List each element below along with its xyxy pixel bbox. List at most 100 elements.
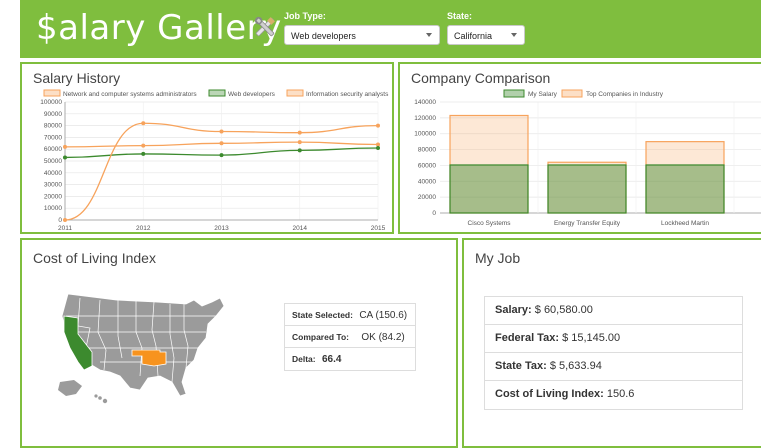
data-point	[63, 155, 67, 160]
data-point	[219, 153, 224, 158]
x-tick-label: Cisco Systems	[468, 220, 512, 227]
company-comparison-chart: My Salary Top Companies in Industry 140000…	[414, 89, 761, 227]
y-tick-label: 10000	[44, 205, 62, 212]
legend-swatch	[208, 89, 226, 97]
legend-swatch	[286, 89, 304, 97]
salary-history-panel: Salary History Network and computer syst…	[20, 62, 394, 234]
bar-my-salary	[449, 164, 529, 214]
y-tick-label: 140000	[414, 99, 436, 106]
chevron-down-icon	[426, 33, 432, 37]
data-point	[219, 129, 224, 134]
data-point	[297, 130, 302, 135]
federal-tax-label: Federal Tax:	[495, 332, 559, 344]
legend-swatch	[503, 89, 525, 98]
compared-to-value: OK (84.2)	[361, 332, 405, 343]
state-label: State:	[447, 11, 473, 21]
data-point	[376, 142, 380, 147]
data-point	[376, 123, 380, 128]
y-tick-label: 100000	[414, 131, 436, 138]
y-tick-label: 80000	[418, 147, 436, 154]
compared-to-row: Compared To: OK (84.2)	[285, 326, 415, 348]
y-tick-label: 60000	[44, 146, 62, 153]
cost-of-living-title: Cost of Living Index	[33, 250, 156, 266]
job-type-label: Job Type:	[284, 11, 326, 21]
y-tick-label: 70000	[44, 134, 62, 141]
col-index-label: Cost of Living Index:	[495, 388, 604, 400]
job-type-select[interactable]: Web developers	[284, 25, 440, 45]
state-tax-label: State Tax:	[495, 360, 547, 372]
state-select[interactable]: California	[447, 25, 525, 45]
x-tick-label: 2015	[371, 225, 386, 232]
data-point	[297, 140, 302, 145]
state-hi	[94, 394, 108, 404]
state-compare-table: State Selected: CA (150.6) Compared To: …	[284, 303, 416, 371]
x-tick-label: 2013	[214, 225, 229, 232]
salary-history-chart: Network and computer systems administrat…	[40, 89, 389, 232]
company-comparison-title: Company Comparison	[411, 70, 551, 86]
y-tick-label: 30000	[44, 182, 62, 189]
tools-icon	[254, 16, 275, 37]
col-index-row: Cost of Living Index: 150.6	[485, 381, 742, 409]
my-job-table: Salary: $ 60,580.00 Federal Tax: $ 15,14…	[484, 296, 743, 410]
my-job-title: My Job	[475, 250, 521, 266]
col-index-value: 150.6	[606, 388, 635, 400]
salary-value: $ 60,580.00	[534, 304, 593, 316]
job-type-value: Web developers	[291, 31, 356, 41]
data-point	[63, 144, 67, 149]
y-tick-label: 20000	[44, 193, 62, 200]
app-logo[interactable]: $alary Gallery	[36, 8, 282, 48]
salary-history-title: Salary History	[33, 70, 121, 86]
data-point	[219, 141, 224, 146]
x-tick-label: 2012	[136, 225, 151, 232]
x-tick-label: Lockheed Martin	[661, 220, 709, 227]
data-point	[376, 146, 380, 151]
bar-my-salary	[547, 164, 627, 214]
state-selected-label: State Selected:	[292, 310, 353, 320]
y-tick-label: 120000	[414, 115, 436, 122]
legend-label: Network and computer systems administrat…	[63, 91, 197, 98]
legend-label: Top Companies in Industry	[586, 91, 664, 98]
data-point	[63, 218, 67, 222]
x-tick-label: Energy Transfer Equity	[554, 220, 621, 227]
y-tick-label: 0	[58, 217, 62, 224]
state-tax-value: $ 5,633.94	[549, 360, 602, 372]
y-tick-label: 0	[432, 210, 436, 217]
compared-to-label: Compared To:	[292, 332, 349, 342]
chevron-down-icon	[511, 33, 517, 37]
state-selected-value: CA (150.6)	[359, 310, 408, 321]
bar-my-salary	[645, 164, 725, 214]
company-comparison-panel: Company Comparison My Salary Top Companie…	[398, 62, 761, 234]
x-tick-label: 2011	[58, 225, 72, 232]
delta-row: Delta: 66.4	[285, 348, 415, 370]
data-point	[141, 151, 146, 156]
delta-value: 66.4	[322, 354, 342, 365]
x-tick-label: 2014	[293, 225, 308, 232]
data-point	[141, 121, 146, 126]
y-tick-label: 40000	[418, 178, 436, 185]
federal-tax-row: Federal Tax: $ 15,145.00	[485, 325, 742, 353]
legend-swatch	[43, 89, 61, 97]
legend-label: Web developers	[228, 91, 276, 98]
salary-label: Salary:	[495, 304, 532, 316]
legend-label: Information security analysts	[306, 91, 389, 98]
state-tax-row: State Tax: $ 5,633.94	[485, 353, 742, 381]
y-tick-label: 90000	[44, 111, 62, 118]
app-header: $alary Gallery Job Type: Web developers …	[20, 0, 761, 58]
cost-of-living-panel: Cost of Living Index State Selected: CA …	[20, 238, 458, 448]
state-selected-row: State Selected: CA (150.6)	[285, 304, 415, 326]
state-ak	[58, 380, 82, 396]
legend-swatch	[561, 89, 583, 98]
y-tick-label: 60000	[418, 162, 436, 169]
data-point	[141, 143, 146, 148]
y-tick-label: 80000	[44, 123, 62, 130]
y-tick-label: 40000	[44, 170, 62, 177]
state-value: California	[454, 31, 493, 41]
data-point	[297, 148, 302, 153]
delta-label: Delta:	[292, 354, 316, 364]
us-map[interactable]	[56, 286, 236, 406]
y-tick-label: 50000	[44, 158, 62, 165]
y-tick-label: 100000	[40, 99, 62, 106]
my-job-panel: My Job Salary: $ 60,580.00 Federal Tax: …	[462, 238, 761, 448]
legend-label: My Salary	[528, 91, 558, 98]
salary-row: Salary: $ 60,580.00	[485, 297, 742, 325]
